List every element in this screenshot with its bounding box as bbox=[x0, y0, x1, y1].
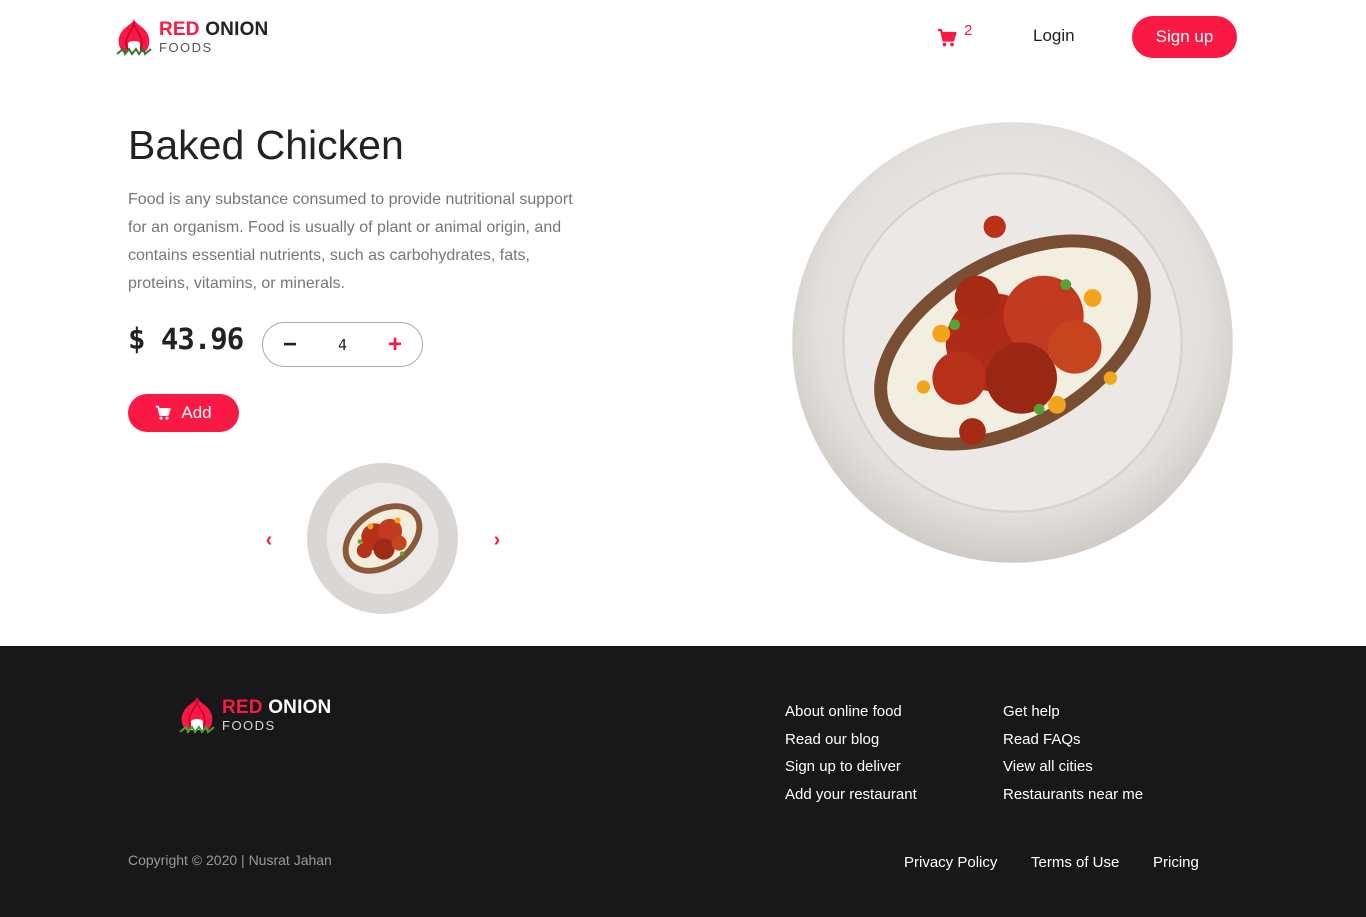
footer-brand-sub: FOODS bbox=[222, 718, 276, 733]
chevron-left-icon[interactable]: ‹ bbox=[258, 528, 280, 552]
footer-link-add-restaurant[interactable]: Add your restaurant bbox=[785, 781, 917, 809]
quantity-value: 4 bbox=[337, 335, 348, 354]
chevron-right-icon[interactable]: › bbox=[486, 528, 508, 552]
brand-sub: FOODS bbox=[159, 40, 213, 55]
login-link[interactable]: Login bbox=[1033, 26, 1075, 46]
footer-link-restaurants-near[interactable]: Restaurants near me bbox=[1003, 781, 1143, 809]
brand-wordmark: RED ONION FOODS bbox=[159, 20, 268, 54]
brand-name-dark: ONION bbox=[205, 19, 269, 40]
footer-link-faqs[interactable]: Read FAQs bbox=[1003, 726, 1143, 754]
product-price: $ 43.96 bbox=[128, 322, 244, 356]
thumbnail-image[interactable] bbox=[307, 463, 458, 614]
privacy-policy-link[interactable]: Privacy Policy bbox=[904, 854, 997, 871]
footer-link-deliver[interactable]: Sign up to deliver bbox=[785, 753, 917, 781]
cart-count-badge: 2 bbox=[964, 22, 973, 39]
add-to-cart-button[interactable]: Add bbox=[128, 394, 239, 432]
product-image bbox=[792, 122, 1233, 563]
signup-button[interactable]: Sign up bbox=[1132, 16, 1237, 58]
footer-link-blog[interactable]: Read our blog bbox=[785, 726, 917, 754]
cart-icon bbox=[938, 28, 957, 47]
terms-of-use-link[interactable]: Terms of Use bbox=[1031, 854, 1119, 871]
pricing-link[interactable]: Pricing bbox=[1153, 854, 1199, 871]
cart-button[interactable]: 2 bbox=[937, 22, 977, 52]
footer-brand-wordmark: RED ONION FOODS bbox=[222, 698, 331, 732]
decrease-quantity-button[interactable]: − bbox=[283, 332, 297, 357]
footer-links-column-2: Get help Read FAQs View all cities Resta… bbox=[1003, 698, 1143, 808]
product-description: Food is any substance consumed to provid… bbox=[128, 191, 573, 292]
footer-links-column-1: About online food Read our blog Sign up … bbox=[785, 698, 917, 808]
increase-quantity-button[interactable]: + bbox=[388, 332, 402, 357]
quantity-stepper: − 4 + bbox=[262, 322, 423, 367]
add-button-label: Add bbox=[181, 403, 212, 422]
footer bbox=[0, 646, 1366, 917]
cart-icon bbox=[156, 405, 172, 420]
copyright-text: Copyright © 2020 | Nusrat Jahan bbox=[128, 852, 332, 868]
brand-name-red: RED bbox=[159, 19, 200, 40]
onion-logo-icon bbox=[116, 19, 152, 56]
footer-link-about[interactable]: About online food bbox=[785, 698, 917, 726]
footer-brand-logo[interactable]: RED ONION FOODS bbox=[176, 694, 331, 736]
onion-logo-icon bbox=[179, 697, 215, 734]
footer-brand-name-red: RED bbox=[222, 697, 263, 718]
brand-logo[interactable]: RED ONION FOODS bbox=[113, 16, 268, 58]
footer-link-cities[interactable]: View all cities bbox=[1003, 753, 1143, 781]
footer-link-help[interactable]: Get help bbox=[1003, 698, 1143, 726]
header: RED ONION FOODS 2 Login Sign up bbox=[0, 0, 1366, 78]
footer-brand-name-dark: ONION bbox=[268, 697, 332, 718]
product-title: Baked Chicken bbox=[128, 122, 404, 168]
